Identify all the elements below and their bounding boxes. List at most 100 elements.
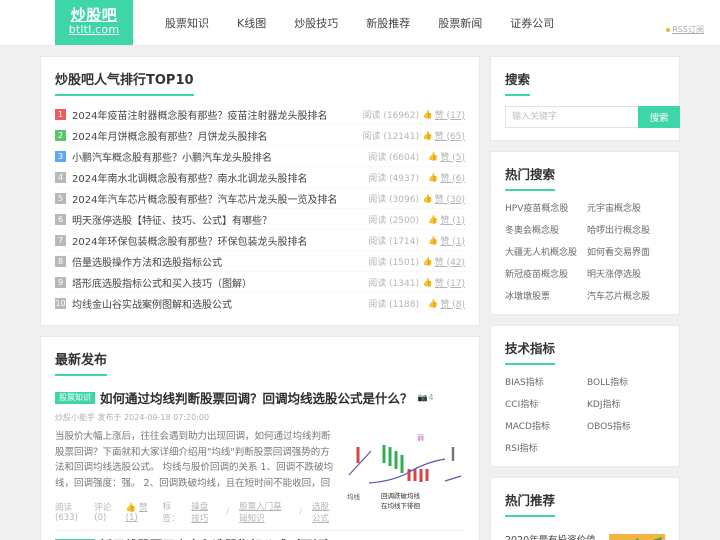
article-published: 发布于 2024-09-18 07:20:00 — [97, 413, 210, 422]
ranking-reads: 阅读 (4937) — [368, 173, 419, 184]
thumbs-up-icon: 👍 — [428, 214, 439, 224]
ranking-row[interactable]: 8 倍量选股操作方法和选股指标公式 阅读 (1501) 👍 赞 (42) — [55, 251, 465, 272]
article-image-count: 📷 4 — [417, 393, 434, 402]
logo-text-cn: 炒股吧 — [70, 6, 118, 25]
nav-item-securities-firms[interactable]: 证券公司 — [496, 15, 568, 31]
sidebar: 搜索 搜索 热门搜索 HPV疫苗概念股 元宇宙概念股 冬奥会概念股 哈啰出行概念… — [490, 56, 680, 540]
rank-number: 1 — [55, 108, 66, 120]
rss-subscribe-link[interactable]: RSS订阅 — [666, 24, 704, 35]
ranking-link[interactable]: 2024年月饼概念股有那些？月饼龙头股排名 — [72, 128, 357, 143]
ranking-link[interactable]: 2024年环保包装概念股有那些？环保包装龙头股排名 — [72, 233, 357, 248]
hot-search-tag[interactable]: 新冠疫苗概念股 — [505, 267, 583, 280]
latest-posts-title: 最新发布 — [55, 349, 108, 376]
ranking-reads: 阅读 (1714) — [368, 236, 419, 247]
hot-search-tag[interactable]: 元宇宙概念股 — [587, 201, 665, 214]
ranking-row[interactable]: 10 均线金山谷实战案例图解和选股公式 阅读 (1188) 👍 赞 (8) — [55, 293, 465, 313]
indicator-link[interactable]: OBOS指标 — [587, 419, 665, 432]
hot-search-tag[interactable]: 冬奥会概念股 — [505, 223, 583, 236]
hot-search-tag[interactable]: 冰墩墩股票 — [505, 289, 583, 302]
rank-number: 6 — [55, 213, 66, 225]
article-title-link[interactable]: 如何通过均线判断股票回调？回调均线选股公式是什么？ — [100, 388, 413, 407]
ranking-row[interactable]: 1 2024年疫苗注射器概念股有那些？疫苗注射器龙头股排名 阅读 (16962)… — [55, 104, 465, 125]
thumbs-up-icon: 👍 — [422, 193, 433, 203]
indicator-link[interactable]: BOLL指标 — [587, 375, 665, 388]
article-tag[interactable]: 股票入门基础知识 — [239, 500, 289, 524]
nav-item-kline-chart[interactable]: K线图 — [223, 15, 280, 31]
article-body: 当股价大幅上涨后，往往会遇到助力出现回调，如何通过均线判断股票回调？下面就和大家… — [55, 429, 465, 524]
site-header: 炒股吧 btltl.com 股票知识 K线图 炒股技巧 新股推荐 股票新闻 证券… — [0, 0, 720, 46]
hot-search-tag[interactable]: 汽车芯片概念股 — [587, 289, 665, 302]
ranking-link[interactable]: 倍量选股操作方法和选股指标公式 — [72, 254, 357, 269]
hot-recommend-title: 热门推荐 — [505, 490, 556, 517]
ranking-likes[interactable]: 👍 赞 (8) — [419, 297, 465, 310]
hot-search-tag[interactable]: 明天涨停选股 — [587, 267, 665, 280]
ranking-row[interactable]: 2 2024年月饼概念股有那些？月饼龙头股排名 阅读 (12141) 👍 赞 (6… — [55, 125, 465, 146]
article-title-link[interactable]: 锤子线股票买卖点和选股指标公式（图解） — [100, 535, 338, 540]
ranking-likes[interactable]: 👍 赞 (65) — [419, 129, 465, 142]
ranking-likes[interactable]: 👍 赞 (1) — [419, 234, 465, 247]
article-header: 股票知识 如何通过均线判断股票回调？回调均线选股公式是什么？ 📷 4 — [55, 388, 465, 407]
indicator-link[interactable]: MACD指标 — [505, 419, 583, 432]
article-tag[interactable]: 操盘技巧 — [191, 500, 216, 524]
ranking-likes[interactable]: 👍 赞 (5) — [419, 150, 465, 163]
ranking-reads: 阅读 (16962) — [362, 110, 419, 121]
rank-number: 3 — [55, 150, 66, 162]
indicator-link[interactable]: BIAS指标 — [505, 375, 583, 388]
ranking-likes[interactable]: 👍 赞 (30) — [419, 192, 465, 205]
ranking-link[interactable]: 2024年疫苗注射器概念股有那些？疫苗注射器龙头股排名 — [72, 107, 357, 122]
ranking-likes[interactable]: 👍 赞 (17) — [419, 108, 465, 121]
thumbs-up-icon: 👍 — [422, 277, 433, 287]
bull-bear-thumbnail — [609, 534, 665, 540]
site-logo[interactable]: 炒股吧 btltl.com — [55, 0, 133, 45]
nav-item-stock-knowledge[interactable]: 股票知识 — [151, 15, 223, 31]
ranking-row[interactable]: 5 2024年汽车芯片概念股有那些？汽车芯片龙头股一览及排名 阅读 (3096)… — [55, 188, 465, 209]
ranking-link[interactable]: 小鹏汽车概念股有那些？小鹏汽车龙头股排名 — [72, 149, 357, 164]
search-input[interactable] — [505, 106, 638, 128]
nav-item-stock-news[interactable]: 股票新闻 — [424, 15, 496, 31]
ranking-link[interactable]: 均线金山谷实战案例图解和选股公式 — [72, 296, 357, 311]
search-button[interactable]: 搜索 — [638, 106, 680, 128]
rank-number: 4 — [55, 171, 66, 183]
nav-item-new-stock-picks[interactable]: 新股推荐 — [352, 15, 424, 31]
article-thumbnail-chart[interactable]: 弱 均线 回调跌破均线 在均线下徘徊 — [345, 429, 465, 517]
indicator-link[interactable]: KDJ指标 — [587, 397, 665, 410]
ranking-likes[interactable]: 👍 赞 (6) — [419, 171, 465, 184]
main-navigation: 股票知识 K线图 炒股技巧 新股推荐 股票新闻 证券公司 — [151, 0, 568, 45]
thumbs-up-icon: 👍 — [125, 503, 137, 513]
ranking-link[interactable]: 2024年汽车芯片概念股有那些？汽车芯片龙头股一览及排名 — [72, 191, 357, 206]
article-header: 股票知识 锤子线股票买卖点和选股指标公式（图解） 📷1 — [55, 535, 465, 540]
hot-recommend-card: 热门推荐 2020年最有投资价值10只股票（股票代码） 阅读(7847) — [490, 477, 680, 540]
article-category-badge[interactable]: 股票知识 — [55, 391, 95, 404]
article-tag[interactable]: 选股公式 — [312, 500, 337, 524]
ranking-likes[interactable]: 👍 赞 (17) — [419, 276, 465, 289]
ranking-link[interactable]: 塔形底选股指标公式和买入技巧（图解） — [72, 275, 357, 290]
hot-search-tag[interactable]: 如何看交易界面 — [587, 245, 665, 258]
ranking-row[interactable]: 9 塔形底选股指标公式和买入技巧（图解） 阅读 (1341) 👍 赞 (17) — [55, 272, 465, 293]
hot-search-tag[interactable]: HPV疫苗概念股 — [505, 201, 583, 214]
rank-number: 10 — [55, 297, 66, 309]
logo-text-en: btltl.com — [68, 23, 120, 37]
ranking-link[interactable]: 2024年南水北调概念股有那些？南水北调龙头股排名 — [72, 170, 357, 185]
ranking-likes[interactable]: 👍 赞 (42) — [419, 255, 465, 268]
article-item: 股票知识 如何通过均线判断股票回调？回调均线选股公式是什么？ 📷 4 炒股小能手 … — [55, 384, 465, 531]
ranking-reads: 阅读 (1501) — [368, 257, 419, 268]
article-item: 股票知识 锤子线股票买卖点和选股指标公式（图解） 📷1 炒股小能手 发布于 20… — [55, 531, 465, 540]
indicator-link[interactable]: CCI指标 — [505, 397, 583, 410]
ranking-likes[interactable]: 👍 赞 (1) — [419, 213, 465, 226]
recommend-item[interactable]: 2020年最有投资价值10只股票（股票代码） 阅读(7847) — [505, 527, 665, 540]
thumbs-up-icon: 👍 — [428, 298, 439, 308]
ranking-link[interactable]: 明天涨停选股【特征、技巧、公式】有哪些？ — [72, 212, 357, 227]
indicator-link[interactable]: RSI指标 — [505, 441, 583, 454]
ranking-reads: 阅读 (1341) — [368, 278, 419, 289]
recommend-title-link[interactable]: 2020年最有投资价值10只股票（股票代码） — [505, 534, 602, 540]
hot-search-tag[interactable]: 大疆无人机概念股 — [505, 245, 583, 258]
ranking-row[interactable]: 3 小鹏汽车概念股有那些？小鹏汽车龙头股排名 阅读 (6604) 👍 赞 (5) — [55, 146, 465, 167]
rank-number: 5 — [55, 192, 66, 204]
ranking-row[interactable]: 7 2024年环保包装概念股有那些？环保包装龙头股排名 阅读 (1714) 👍 赞… — [55, 230, 465, 251]
hot-search-tag[interactable]: 哈啰出行概念股 — [587, 223, 665, 236]
article-likes[interactable]: 👍 赞 (1) — [126, 501, 153, 523]
nav-item-trading-tips[interactable]: 炒股技巧 — [280, 15, 352, 31]
ranking-row[interactable]: 6 明天涨停选股【特征、技巧、公式】有哪些？ 阅读 (2500) 👍 赞 (1) — [55, 209, 465, 230]
hot-search-card: 热门搜索 HPV疫苗概念股 元宇宙概念股 冬奥会概念股 哈啰出行概念股 大疆无人… — [490, 151, 680, 315]
ranking-row[interactable]: 4 2024年南水北调概念股有那些？南水北调龙头股排名 阅读 (4937) 👍 赞… — [55, 167, 465, 188]
